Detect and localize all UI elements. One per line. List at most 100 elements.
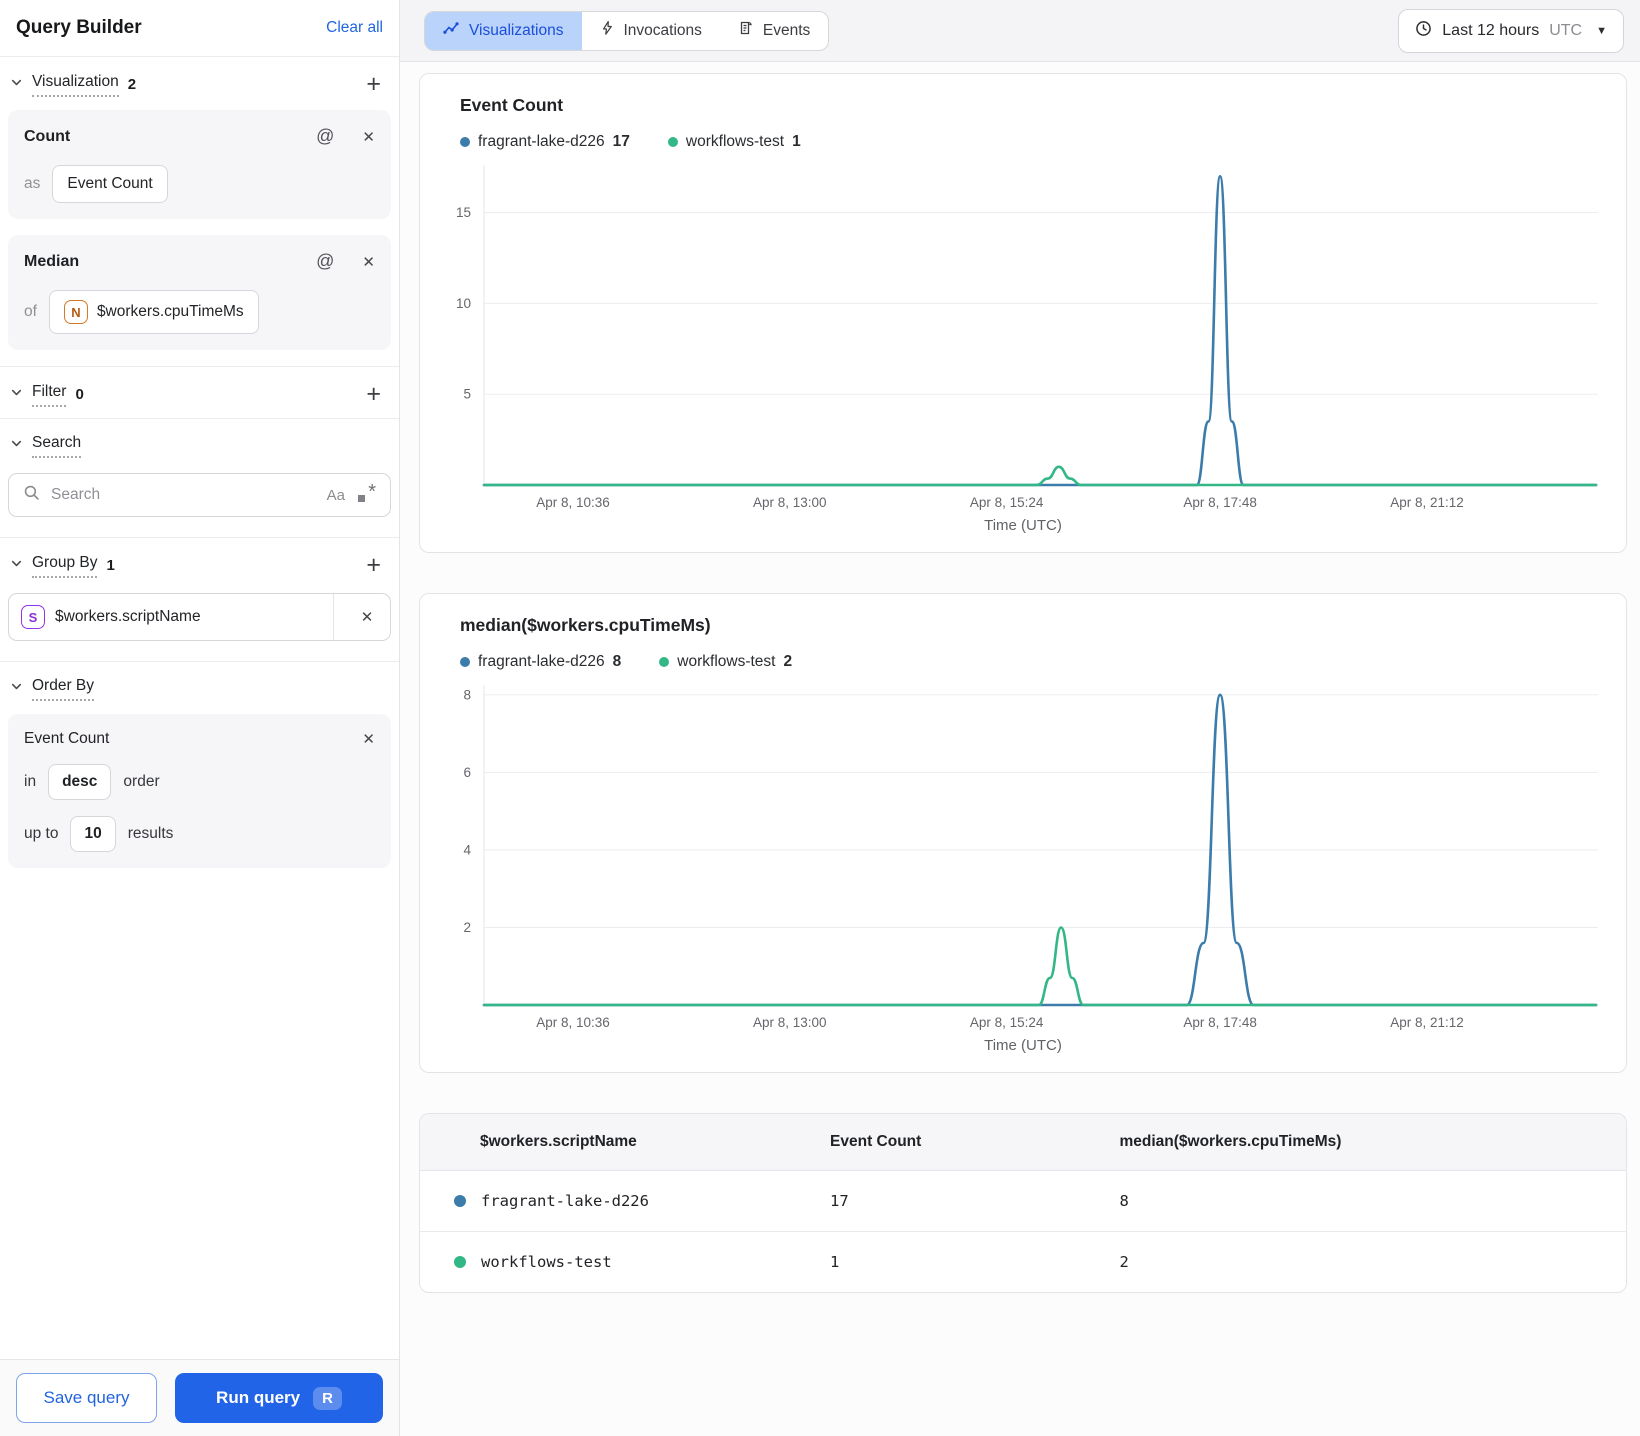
timezone-label: UTC xyxy=(1549,21,1583,39)
legend-series-name: fragrant-lake-d226 xyxy=(478,653,605,670)
results-content: Event Count fragrant-lake-d226 17 workflow… xyxy=(400,62,1640,1436)
visualization-section-header: Visualization 2 + xyxy=(8,57,391,108)
median-field-selector[interactable]: N $workers.cpuTimeMs xyxy=(48,290,259,334)
script-name: workflows-test xyxy=(481,1252,612,1271)
results-label: results xyxy=(127,825,174,842)
in-label: in xyxy=(24,773,37,790)
legend-dot xyxy=(460,137,470,147)
legend-series-name: fragrant-lake-d226 xyxy=(478,133,605,150)
legend-dot xyxy=(460,657,470,667)
filter-section-title[interactable]: Filter xyxy=(32,383,67,407)
tab-visualizations[interactable]: Visualizations xyxy=(425,11,582,50)
at-icon[interactable]: @ xyxy=(316,126,334,147)
query-builder-panel: Query Builder Clear all Visualization 2 … xyxy=(0,0,400,1436)
table-header: median($workers.cpuTimeMs) xyxy=(1119,1114,1626,1171)
filter-count: 0 xyxy=(75,386,84,403)
order-label: order xyxy=(123,773,160,790)
query-builder-header: Query Builder Clear all xyxy=(0,0,399,57)
filter-section-header: Filter 0 + xyxy=(8,367,391,418)
group-by-section-header: Group By 1 + xyxy=(8,538,391,589)
vertical-divider xyxy=(333,594,334,640)
results-table-card: $workers.scriptName Event Count median($wo… xyxy=(419,1113,1627,1293)
tab-group: Visualizations Invocations Events xyxy=(424,10,830,51)
regex-icon[interactable]: * xyxy=(356,481,376,505)
legend-item[interactable]: fragrant-lake-d226 8 xyxy=(460,653,621,671)
legend-series-name: workflows-test xyxy=(677,653,776,670)
svg-text:5: 5 xyxy=(463,387,471,402)
event-count-chart-card: Event Count fragrant-lake-d226 17 workflow… xyxy=(419,73,1627,553)
search-placeholder: Search xyxy=(51,486,101,503)
at-icon[interactable]: @ xyxy=(316,251,334,272)
legend-series-total: 17 xyxy=(612,133,630,150)
median-cell: 2 xyxy=(1119,1230,1626,1292)
table-header-row: $workers.scriptName Event Count median($wo… xyxy=(420,1114,1626,1171)
add-visualization-button[interactable]: + xyxy=(362,72,385,97)
save-query-button[interactable]: Save query xyxy=(16,1373,157,1423)
legend-series-total: 2 xyxy=(783,653,793,670)
legend-item[interactable]: workflows-test 1 xyxy=(667,133,801,151)
order-by-section-title[interactable]: Order By xyxy=(32,677,95,701)
chevron-down-icon[interactable] xyxy=(10,386,23,404)
tab-label: Events xyxy=(762,21,811,39)
chevron-down-icon[interactable] xyxy=(10,437,23,455)
of-label: of xyxy=(24,303,37,320)
time-range-selector[interactable]: Last 12 hours UTC ▼ xyxy=(1398,8,1624,53)
group-by-section-title[interactable]: Group By xyxy=(32,554,98,578)
tab-events[interactable]: Events xyxy=(720,12,828,50)
series-dot xyxy=(454,1194,466,1207)
order-by-field: Event Count xyxy=(24,730,110,747)
order-by-card: Event Count ✕ in desc order up to 10 res… xyxy=(8,714,391,868)
remove-group-by-icon[interactable]: ✕ xyxy=(344,608,390,626)
script-name-cell: workflows-test xyxy=(420,1230,831,1292)
script-name-cell: fragrant-lake-d226 xyxy=(420,1170,830,1231)
panel-title: Query Builder xyxy=(16,17,142,38)
remove-median-icon[interactable]: ✕ xyxy=(362,253,375,271)
remove-order-by-icon[interactable]: ✕ xyxy=(362,730,375,748)
svg-text:Apr 8, 21:12: Apr 8, 21:12 xyxy=(1390,1015,1464,1030)
run-query-button[interactable]: Run query R xyxy=(175,1373,383,1423)
count-alias-field[interactable]: Event Count xyxy=(52,165,168,203)
series-dot xyxy=(454,1255,466,1268)
chart-plot: 5 10 15 Apr 8, 10:36 Apr 8, 13:00 Apr 8, 15:2… xyxy=(448,161,1598,515)
count-alias-value: Event Count xyxy=(67,175,153,192)
chevron-down-icon[interactable] xyxy=(10,76,23,94)
chart-title: Event Count xyxy=(460,95,564,115)
caret-down-icon: ▼ xyxy=(1596,24,1607,37)
order-by-section-header: Order By xyxy=(8,662,391,712)
query-builder-body: Visualization 2 + Count @ ✕ as Event Cou… xyxy=(0,57,399,1359)
table-header: $workers.scriptName xyxy=(420,1114,831,1171)
event-count-cell: 17 xyxy=(830,1191,849,1210)
table-row: workflows-test 1 2 xyxy=(420,1230,1626,1292)
legend-item[interactable]: fragrant-lake-d226 17 xyxy=(460,133,630,151)
search-section-title[interactable]: Search xyxy=(32,434,82,458)
tab-invocations[interactable]: Invocations xyxy=(582,12,720,50)
svg-text:Apr 8, 13:00: Apr 8, 13:00 xyxy=(753,495,827,510)
chart-legend: fragrant-lake-d226 8 workflows-test 2 xyxy=(460,653,1598,671)
remove-count-icon[interactable]: ✕ xyxy=(362,128,375,146)
chevron-down-icon[interactable] xyxy=(10,557,23,575)
group-by-item[interactable]: S $workers.scriptName ✕ xyxy=(8,593,391,641)
count-card-title: Count xyxy=(24,127,71,145)
svg-text:Apr 8, 13:00: Apr 8, 13:00 xyxy=(753,1015,827,1030)
query-actions-bar: Save query Run query R xyxy=(0,1359,399,1436)
svg-text:Apr 8, 21:12: Apr 8, 21:12 xyxy=(1390,495,1464,510)
order-direction-selector[interactable]: desc xyxy=(48,764,112,800)
legend-item[interactable]: workflows-test 2 xyxy=(659,653,792,671)
line-chart-icon xyxy=(443,20,460,42)
legend-dot xyxy=(667,137,678,147)
add-group-by-button[interactable]: + xyxy=(362,553,385,578)
svg-text:10: 10 xyxy=(456,296,471,311)
match-case-icon[interactable]: Aa xyxy=(327,487,345,504)
count-visualization-card: Count @ ✕ as Event Count xyxy=(8,110,391,219)
search-section-header: Search xyxy=(8,419,391,469)
search-input[interactable]: Search Aa * xyxy=(8,473,391,517)
result-limit-field[interactable]: 10 xyxy=(70,816,116,852)
add-filter-button[interactable]: + xyxy=(362,382,385,407)
up-to-label: up to xyxy=(24,825,59,842)
string-field-icon: S xyxy=(21,605,45,629)
visualization-section-title[interactable]: Visualization xyxy=(32,73,119,97)
chevron-down-icon[interactable] xyxy=(10,680,23,698)
clear-all-button[interactable]: Clear all xyxy=(326,19,383,37)
tab-label: Visualizations xyxy=(469,21,564,39)
median-cell: 8 xyxy=(1119,1191,1129,1210)
